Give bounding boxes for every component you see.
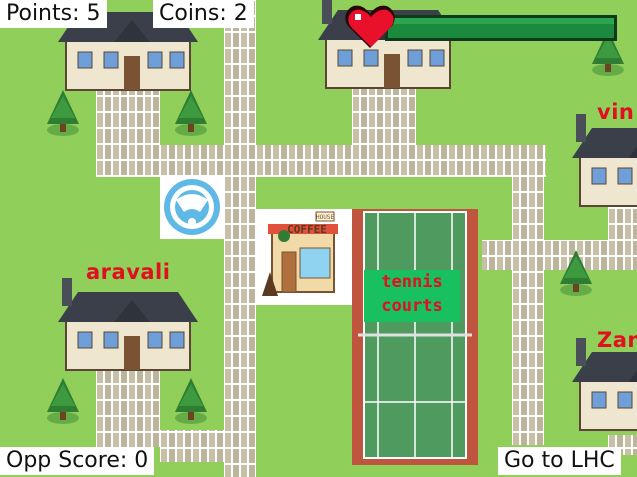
points-counter: Points: 5 — [0, 0, 107, 28]
aravali-label: aravali — [86, 260, 171, 284]
tennis-courts-label: tennis courts — [364, 270, 460, 322]
game-map: HOUSE COFFEE — [0, 0, 637, 477]
vindhyachal-label: vin — [597, 100, 635, 124]
coffee-sign: COFFEE — [287, 223, 327, 236]
tennis-courts[interactable] — [352, 209, 478, 465]
heart-icon — [345, 5, 395, 48]
health-bar — [345, 5, 617, 48]
coffee-house-sign: HOUSE — [316, 214, 334, 221]
wifi-portal-icon[interactable] — [160, 175, 224, 239]
coffee-shop[interactable]: HOUSE COFFEE — [256, 209, 352, 305]
zanskar-label: Zan — [597, 328, 637, 352]
tennis-courts-label-line2: courts — [381, 296, 443, 316]
tennis-courts-label-line1: tennis — [381, 272, 443, 292]
go-to-lhc-button[interactable]: Go to LHC — [498, 447, 621, 475]
coins-counter: Coins: 2 — [153, 0, 254, 28]
opp-score-counter: Opp Score: 0 — [0, 447, 155, 475]
